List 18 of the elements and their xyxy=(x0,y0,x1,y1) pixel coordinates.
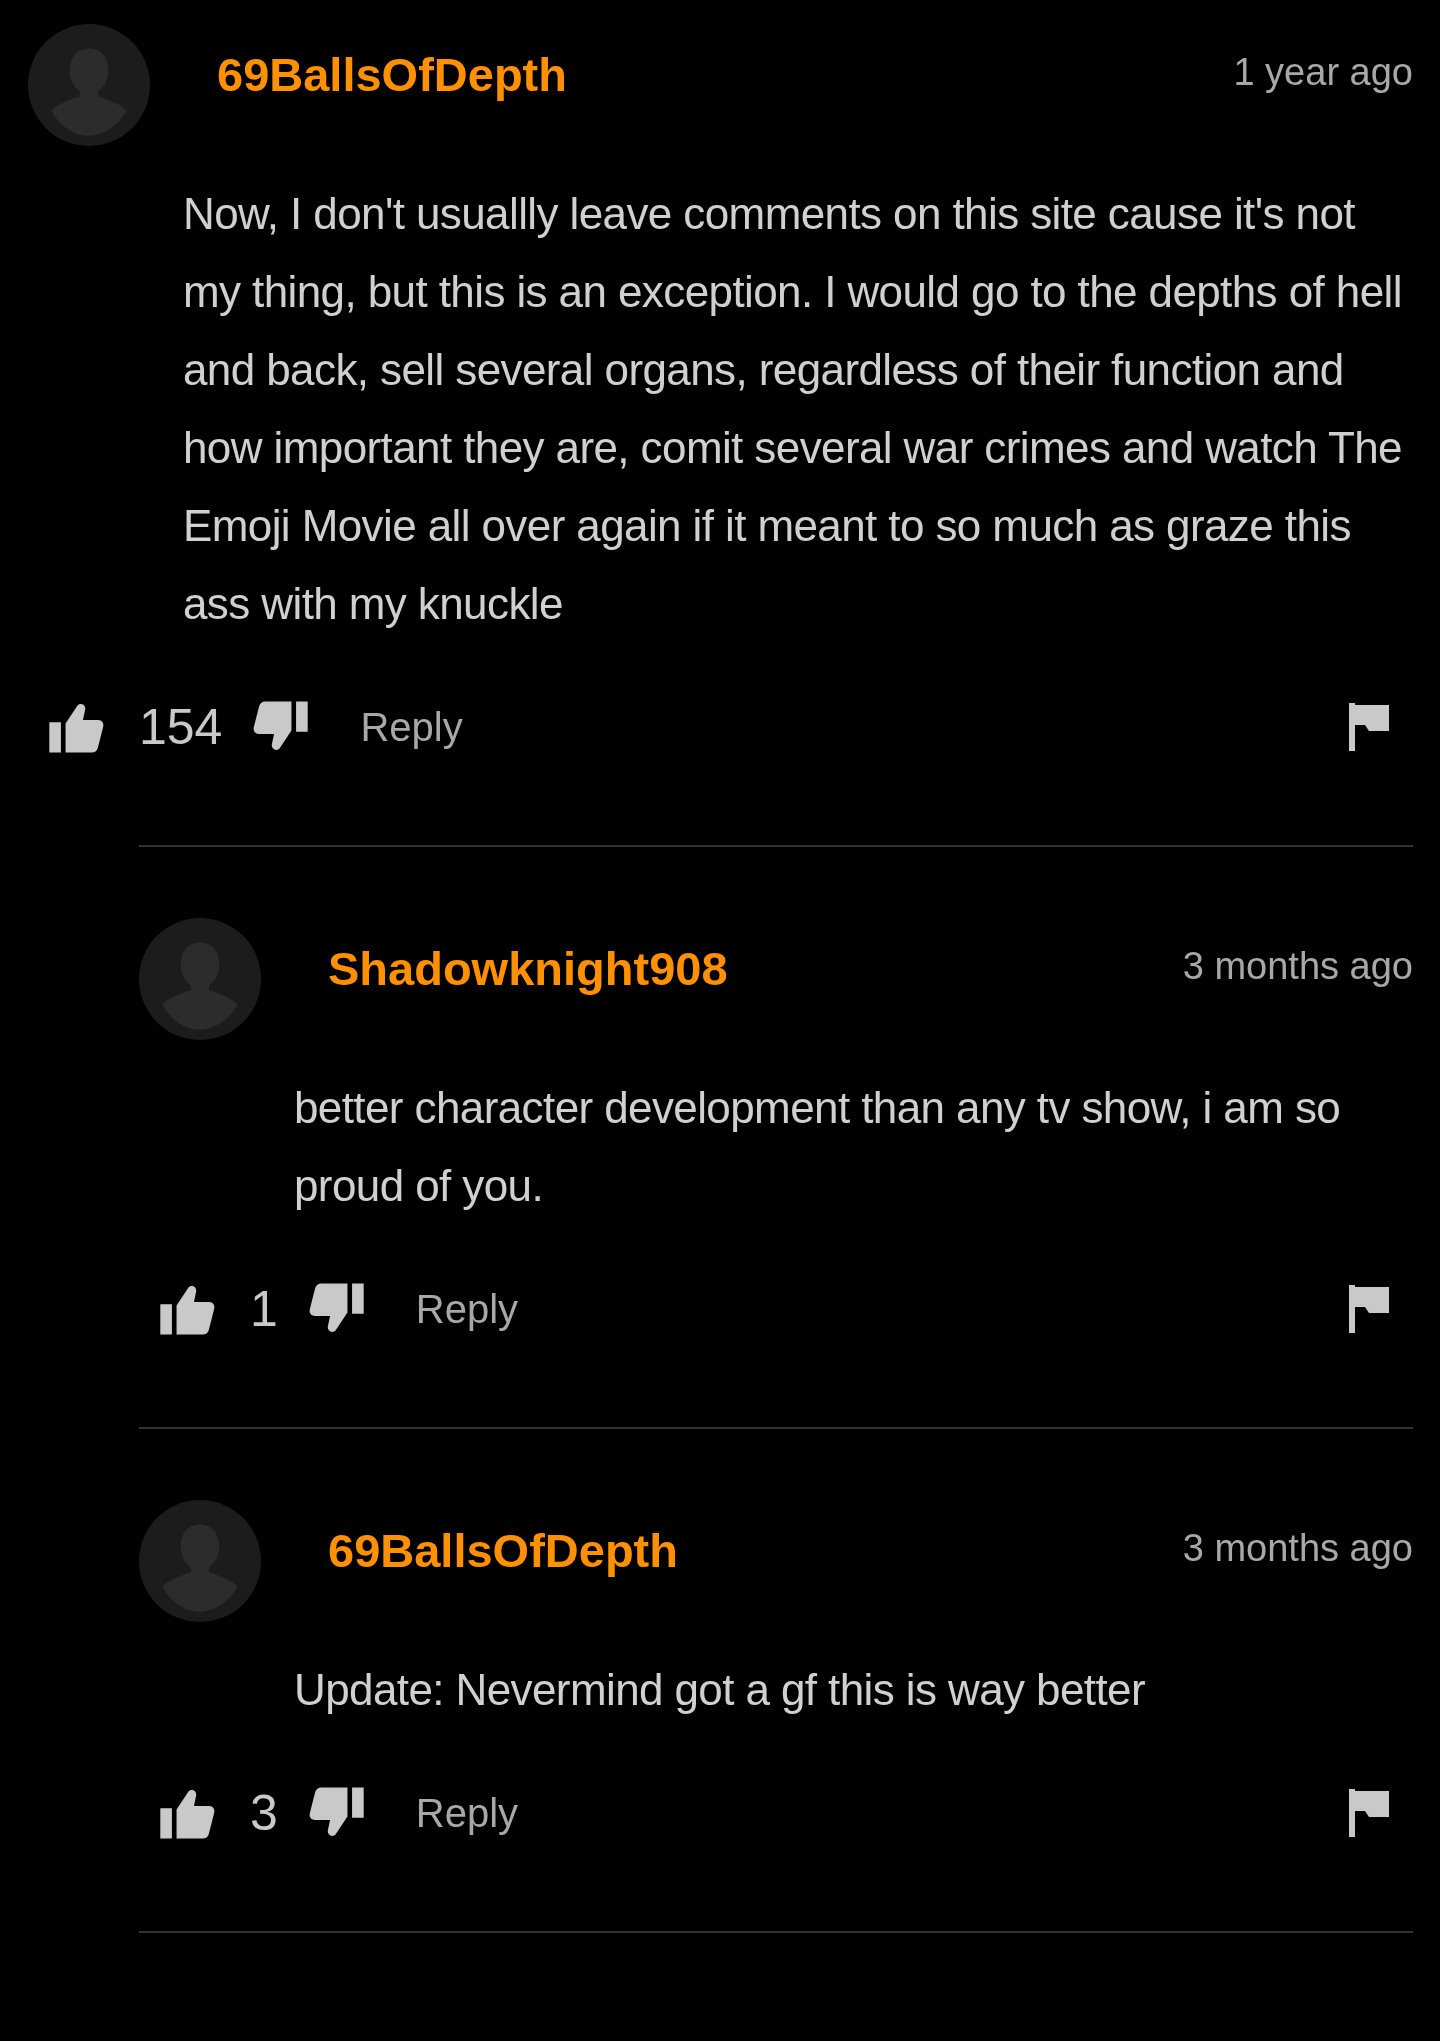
reply-button[interactable]: Reply xyxy=(360,704,463,750)
username[interactable]: 69BallsOfDepth xyxy=(328,1522,678,1578)
avatar-icon xyxy=(139,1500,261,1622)
comment-time: 3 months ago xyxy=(1182,1526,1413,1570)
comment-text: Update: Nevermind got a gf this is way better xyxy=(294,1664,1146,1716)
like-count: 3 xyxy=(250,1784,278,1842)
reply-button[interactable]: Reply xyxy=(415,1790,519,1836)
username[interactable]: Shadowknight908 xyxy=(328,940,728,996)
comment-time: 1 year ago xyxy=(1233,50,1413,94)
reply-button[interactable]: Reply xyxy=(415,1286,519,1332)
like-count: 1 xyxy=(250,1280,278,1338)
avatar-icon xyxy=(28,24,150,146)
comment-text: better character development than any tv show, i am so proud of you. xyxy=(294,1082,1342,1212)
username[interactable]: 69BallsOfDepth xyxy=(217,46,567,102)
avatar-icon xyxy=(139,918,261,1040)
like-count: 154 xyxy=(139,698,223,756)
comment-text: Now, I don't usuallly leave comments on this site cause it's not my thing, but this is an exception. I would go to the depths of hell and back, sell several organs, regardless of their function and how important they are, comit several war crimes and watch The Emoji Movie all over again if it meant to so much as graze this ass with my knuckle xyxy=(183,188,1403,630)
comment-time: 3 months ago xyxy=(1182,944,1413,988)
